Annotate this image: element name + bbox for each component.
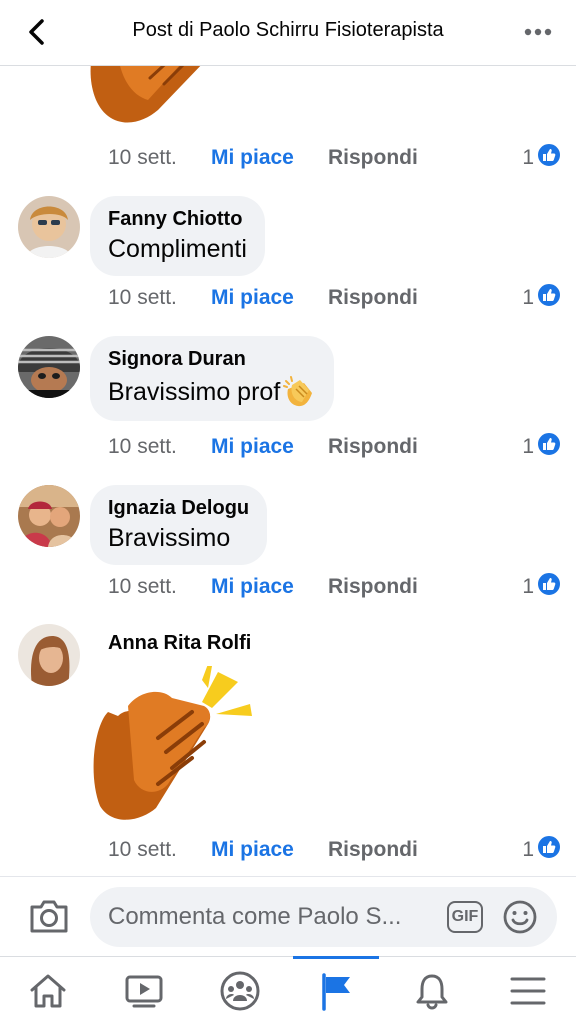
like-badge[interactable] [536, 282, 562, 308]
comment-input[interactable] [108, 887, 448, 947]
comments-list[interactable]: 10 sett. Mi piace Rispondi 1 Fanny Chiot… [0, 66, 576, 876]
like-button[interactable]: Mi piace [211, 838, 294, 862]
bell-icon [416, 974, 448, 1010]
comment-author[interactable]: Anna Rita Rolfi [108, 632, 251, 655]
thumbs-up-icon [543, 289, 556, 301]
chevron-left-icon [29, 19, 44, 45]
comment-actions: 10 sett. Mi piace Rispondi 1 [108, 282, 562, 314]
app-header: Post di Paolo Schirru Fisioterapista [0, 0, 576, 66]
thumbs-up-icon [543, 578, 556, 590]
like-count: 1 [522, 286, 534, 309]
reply-button[interactable]: Rispondi [328, 286, 418, 310]
comment-text: Bravissimo prof [108, 377, 281, 406]
tab-watch[interactable] [96, 957, 192, 1024]
reply-button[interactable]: Rispondi [328, 575, 418, 599]
thumbs-up-icon [543, 149, 556, 161]
comment-box[interactable]: GIF [90, 887, 557, 947]
like-count: 1 [522, 575, 534, 598]
tab-menu[interactable] [480, 957, 576, 1024]
avatar-image [18, 336, 80, 398]
comment-time: 10 sett. [108, 286, 177, 309]
comment-actions: 10 sett. Mi piace Rispondi 1 [108, 571, 562, 603]
tab-groups[interactable] [192, 957, 288, 1024]
avatar[interactable] [18, 485, 80, 547]
comment-bubble[interactable]: Ignazia Delogu Bravissimo [90, 485, 268, 565]
comment-bubble[interactable]: Signora Duran Bravissimo prof [90, 336, 335, 421]
comment-time: 10 sett. [108, 838, 177, 861]
tab-pages[interactable] [288, 957, 384, 1024]
emoji-button[interactable] [502, 899, 538, 935]
avatar[interactable] [18, 624, 80, 686]
menu-icon [510, 977, 546, 1005]
flag-icon [322, 973, 350, 1011]
clapping-hands-sticker [93, 666, 252, 820]
page-title: Post di Paolo Schirru Fisioterapista [132, 19, 444, 41]
comment-bubble[interactable]: Fanny Chiotto Complimenti [90, 196, 265, 276]
comment-text: Complimenti [108, 235, 247, 263]
reply-button[interactable]: Rispondi [328, 838, 418, 862]
avatar[interactable] [18, 336, 80, 398]
like-badge[interactable] [536, 431, 562, 457]
comment-author[interactable]: Fanny Chiotto [108, 208, 247, 231]
camera-icon [30, 900, 68, 933]
clapping-hands-emoji [283, 376, 313, 407]
comment-actions: 10 sett. Mi piace Rispondi 1 [108, 834, 562, 866]
thumbs-up-icon [543, 438, 556, 450]
avatar-image [18, 624, 80, 686]
comment-time: 10 sett. [108, 575, 177, 598]
groups-icon [220, 971, 260, 1011]
comment-composer: GIF [0, 876, 576, 956]
more-horizontal-icon [524, 28, 552, 36]
comment-actions: 10 sett. Mi piace Rispondi 1 [108, 142, 562, 174]
avatar-image [18, 196, 80, 258]
like-badge[interactable] [536, 142, 562, 168]
like-button[interactable]: Mi piace [211, 146, 294, 170]
comment-time: 10 sett. [108, 435, 177, 458]
comment-time: 10 sett. [108, 146, 177, 169]
more-options-button[interactable] [518, 15, 558, 49]
tab-notifications[interactable] [384, 957, 480, 1024]
reply-button[interactable]: Rispondi [328, 435, 418, 459]
comment-text: Bravissimo [108, 524, 231, 552]
clapping-hands-sticker [90, 66, 201, 123]
avatar[interactable] [18, 196, 80, 258]
like-badge[interactable] [536, 834, 562, 860]
like-count: 1 [522, 435, 534, 458]
comment-actions: 10 sett. Mi piace Rispondi 1 [108, 431, 562, 463]
home-icon [30, 974, 66, 1008]
tab-home[interactable] [0, 957, 96, 1024]
camera-button[interactable] [28, 897, 70, 937]
bottom-tab-bar [0, 956, 576, 1024]
video-icon [125, 975, 163, 1008]
like-count: 1 [522, 146, 534, 169]
comment-author[interactable]: Signora Duran [108, 348, 316, 371]
smiley-icon [503, 900, 537, 934]
back-button[interactable] [20, 15, 54, 49]
like-button[interactable]: Mi piace [211, 575, 294, 599]
gif-button[interactable]: GIF [447, 901, 483, 933]
like-button[interactable]: Mi piace [211, 435, 294, 459]
like-button[interactable]: Mi piace [211, 286, 294, 310]
comment-text-row: Bravissimo prof [108, 375, 316, 409]
like-count: 1 [522, 838, 534, 861]
avatar-image [18, 485, 80, 547]
thumbs-up-icon [543, 841, 556, 853]
like-badge[interactable] [536, 571, 562, 597]
reply-button[interactable]: Rispondi [328, 146, 418, 170]
comment-author[interactable]: Ignazia Delogu [108, 497, 249, 520]
